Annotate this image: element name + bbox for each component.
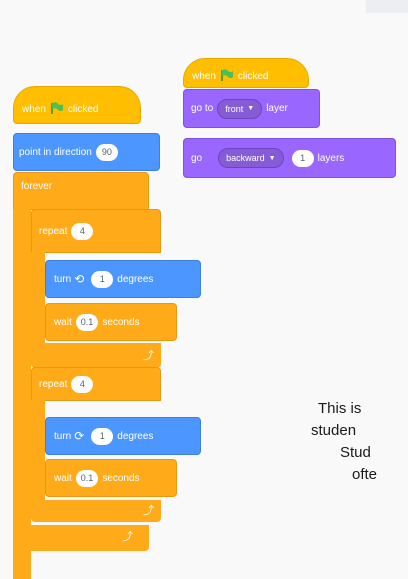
caption-line: This is: [318, 400, 362, 417]
block-suffix: degrees: [117, 430, 154, 442]
hat-suffix: clicked: [237, 70, 269, 82]
go-to-layer-block[interactable]: go to front ▼ layer: [183, 89, 320, 128]
block-label: repeat: [39, 378, 68, 390]
green-flag-icon: [220, 68, 234, 84]
repeat-count-input[interactable]: 4: [71, 375, 94, 393]
block-label: wait: [54, 472, 72, 484]
caption-line: Stud: [340, 444, 371, 461]
dropdown-arrow-icon: ▼: [268, 154, 276, 162]
hat-label: when: [22, 103, 46, 115]
wait-block[interactable]: wait 0.1 seconds: [45, 459, 177, 497]
repeat-count-input[interactable]: 4: [71, 222, 94, 240]
hat-suffix: clicked: [67, 103, 99, 115]
wait-block[interactable]: wait 0.1 seconds: [45, 303, 177, 341]
forever-block[interactable]: forever: [13, 172, 149, 210]
repeat-block[interactable]: repeat 4: [31, 367, 161, 401]
direction-input[interactable]: 90: [95, 143, 118, 161]
block-suffix: seconds: [102, 472, 140, 484]
degrees-input[interactable]: 1: [91, 270, 114, 288]
loop-arrow-icon: ⤴: [122, 531, 133, 543]
dropdown-arrow-icon: ▼: [247, 105, 255, 112]
seconds-input[interactable]: 0.1: [75, 469, 99, 487]
layer-dropdown[interactable]: front ▼: [217, 98, 263, 119]
repeat-bottom: [31, 343, 161, 368]
direction-dropdown[interactable]: backward ▼: [218, 148, 284, 168]
caption-line: ofte: [352, 466, 378, 483]
block-suffix: layer: [266, 103, 288, 114]
block-label: repeat: [39, 225, 68, 237]
seconds-input[interactable]: 0.1: [75, 313, 99, 331]
block-label: forever: [21, 180, 53, 192]
caption-line: studen: [311, 422, 357, 439]
turn-right-block[interactable]: turn ⟳ 1 degrees: [45, 417, 201, 455]
forever-arm: [13, 209, 31, 579]
block-label: point in direction: [19, 146, 92, 158]
dropdown-value: front: [225, 103, 244, 114]
loop-arrow-icon: ⤴: [143, 350, 154, 362]
caption-text: This is studen Stud ofte: [311, 398, 378, 486]
rotate-right-icon: ⟳: [74, 429, 85, 443]
repeat-bottom: [31, 500, 161, 522]
block-label: wait: [54, 316, 72, 328]
block-label: turn: [54, 430, 72, 442]
block-suffix: seconds: [102, 316, 140, 328]
hat-label: when: [192, 70, 216, 82]
block-label: go: [191, 152, 203, 164]
when-flag-clicked-hat-block[interactable]: when clicked: [183, 58, 309, 88]
block-label: go to: [191, 103, 214, 114]
go-backward-layers-block[interactable]: go backward ▼ 1 layers: [183, 138, 396, 178]
point-in-direction-block[interactable]: point in direction 90: [13, 133, 160, 171]
loop-arrow-icon: ⤴: [143, 505, 154, 517]
block-suffix: degrees: [117, 273, 154, 285]
block-label: turn: [54, 273, 72, 285]
turn-left-block[interactable]: turn ⟲ 1 degrees: [45, 260, 201, 298]
degrees-input[interactable]: 1: [91, 427, 114, 445]
layers-input[interactable]: 1: [291, 149, 314, 167]
repeat-arm: [31, 252, 45, 345]
repeat-block[interactable]: repeat 4: [31, 209, 161, 253]
block-suffix: layers: [317, 152, 345, 164]
when-flag-clicked-hat-block[interactable]: when clicked: [13, 86, 141, 124]
green-flag-icon: [50, 101, 64, 117]
dropdown-value: backward: [226, 153, 265, 163]
repeat-arm: [31, 400, 45, 505]
rotate-left-icon: ⟲: [74, 272, 85, 286]
